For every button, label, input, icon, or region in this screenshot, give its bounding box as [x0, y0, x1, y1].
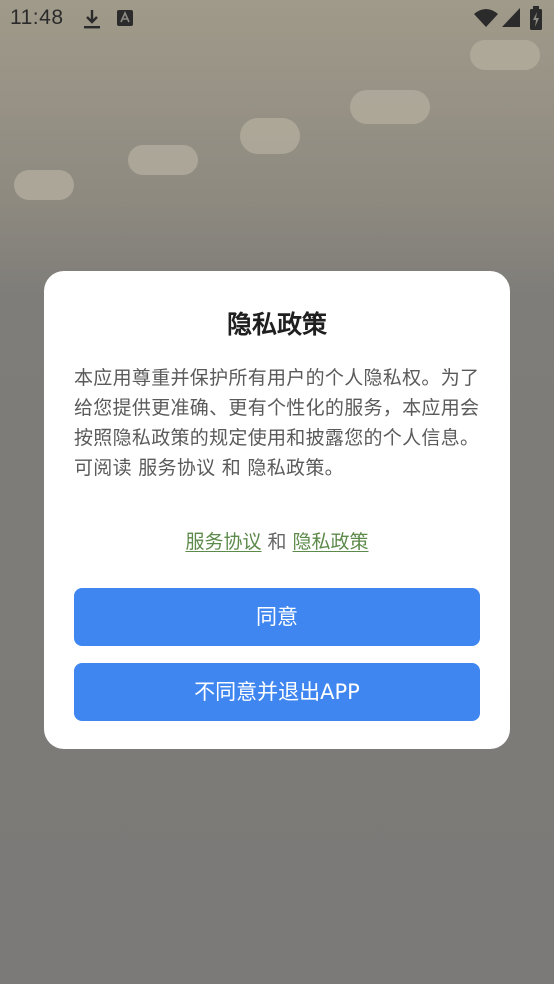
service-agreement-link[interactable]: 服务协议: [185, 531, 261, 553]
background-decoration: [14, 170, 74, 200]
status-bar: 11:48: [0, 0, 554, 38]
background-decoration: [128, 145, 198, 175]
dialog-body-text: 本应用尊重并保护所有用户的个人隐私权。为了给您提供更准确、更有个性化的服务，本应…: [74, 367, 480, 479]
background-decoration: [350, 90, 430, 124]
wifi-icon: [474, 8, 498, 32]
download-icon: [82, 8, 102, 34]
policy-links-row: 服务协议和隐私政策: [44, 527, 510, 554]
agree-button[interactable]: 同意: [74, 588, 480, 646]
privacy-dialog: 隐私政策 本应用尊重并保护所有用户的个人隐私权。为了给您提供更准确、更有个性化的…: [44, 271, 510, 749]
disagree-exit-button[interactable]: 不同意并退出APP: [74, 663, 480, 721]
font-icon: [117, 10, 133, 30]
battery-icon: [530, 6, 542, 34]
background-decoration: [470, 40, 540, 70]
privacy-policy-link[interactable]: 隐私政策: [293, 531, 369, 553]
background-decoration: [240, 118, 300, 154]
links-separator: 和: [267, 531, 287, 553]
signal-icon: [502, 8, 520, 32]
dialog-title: 隐私政策: [226, 310, 327, 339]
status-time: 11:48: [10, 6, 64, 29]
